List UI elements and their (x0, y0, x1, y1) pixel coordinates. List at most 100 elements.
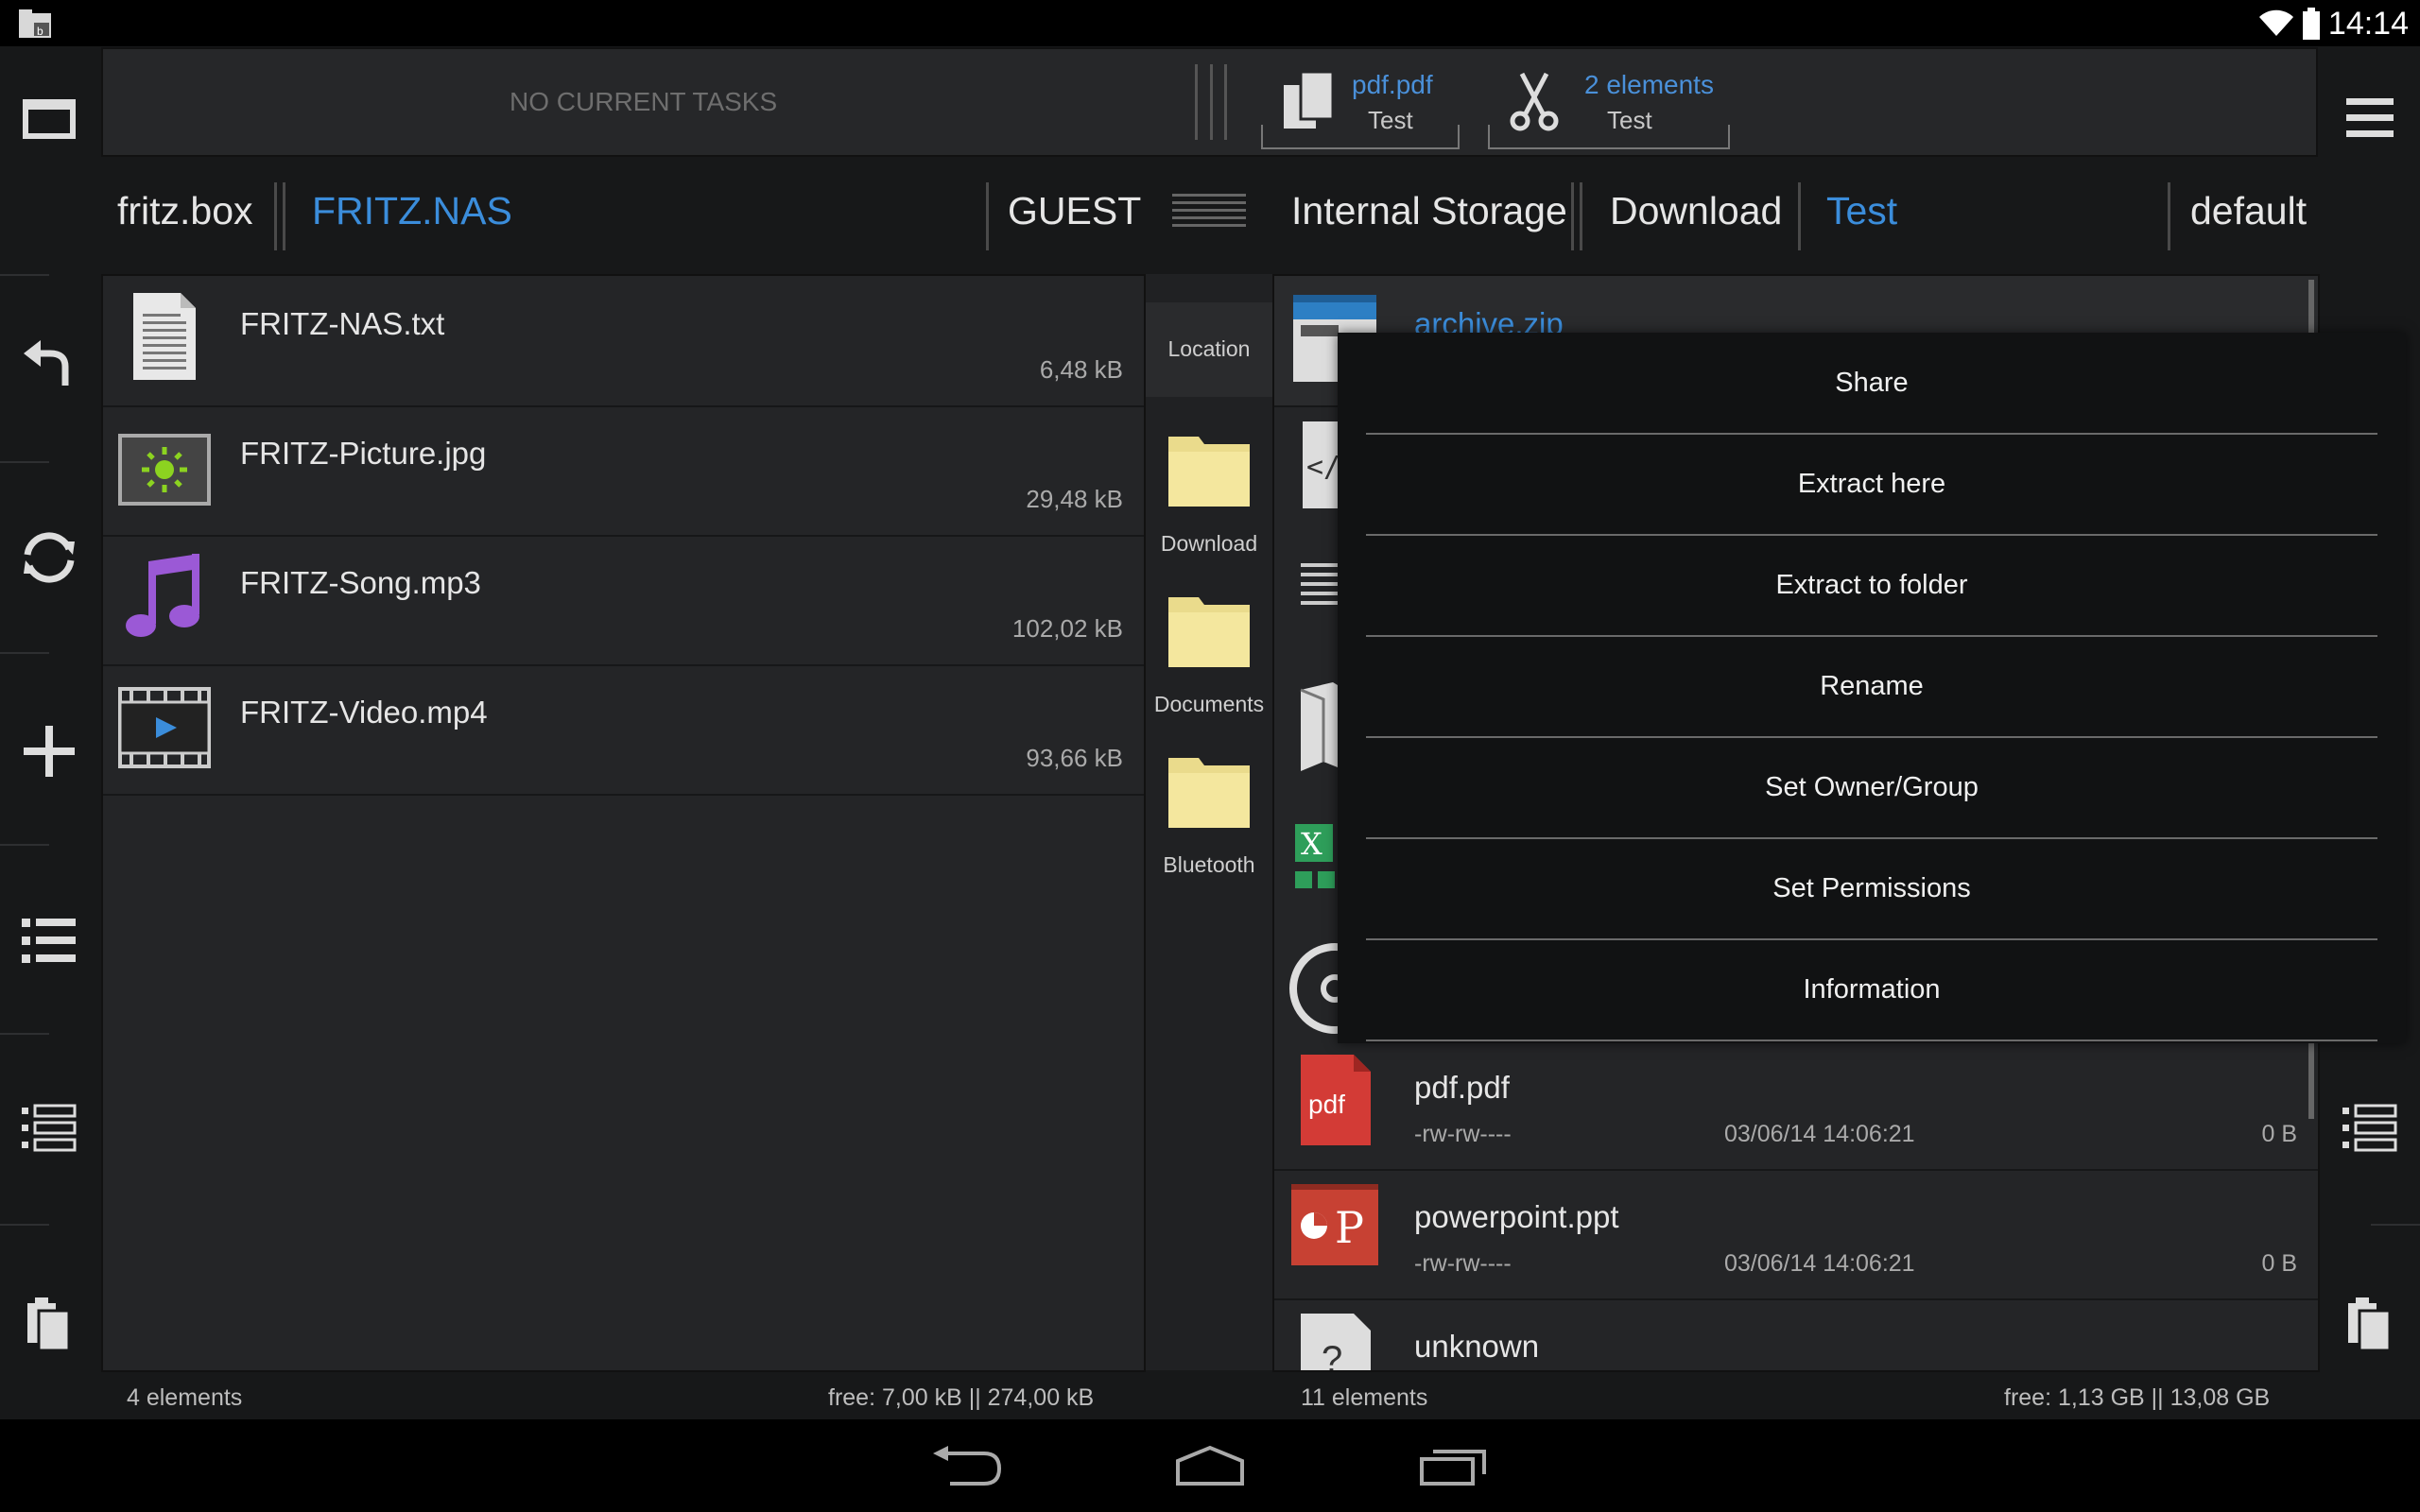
svg-text:P: P (1335, 1202, 1364, 1253)
breadcrumb-fritz-nas[interactable]: FRITZ.NAS (312, 189, 512, 233)
left-element-count: 4 elements (127, 1384, 243, 1411)
folder-icon (1168, 437, 1250, 507)
breadcrumb-test[interactable]: Test (1826, 189, 1897, 233)
list-item[interactable]: FRITZ-Picture.jpg 29,48 kB (103, 405, 1144, 537)
menu-icon[interactable] (2337, 85, 2403, 151)
file-size: 29,48 kB (1026, 485, 1123, 513)
location-header: Location (1146, 302, 1272, 397)
no-tasks-label: NO CURRENT TASKS (510, 87, 778, 116)
menu-item-set-owner-group[interactable]: Set Owner/Group (1366, 737, 2377, 839)
location-column: Location Download Documents Bluetooth (1146, 274, 1272, 1370)
recent-apps-icon[interactable] (1418, 1442, 1490, 1487)
file-name: powerpoint.ppt (1414, 1199, 1619, 1234)
image-file-icon (118, 434, 211, 506)
svg-text:b: b (37, 25, 43, 38)
clipboard-item-cut[interactable]: 2 elements Test (1488, 59, 1730, 149)
music-note-icon (126, 554, 199, 637)
list-item[interactable]: pdf pdf.pdf -rw-rw---- 03/06/14 14:06:21… (1274, 1040, 2318, 1171)
user-label[interactable]: GUEST (1008, 189, 1141, 233)
location-bluetooth[interactable]: Bluetooth (1146, 747, 1272, 898)
svg-text:X: X (1301, 826, 1322, 862)
file-name: FRITZ-NAS.txt (240, 306, 445, 341)
task-bar: NO CURRENT TASKS pdf.pdf Test 2 elements… (101, 47, 2318, 157)
file-size: 102,02 kB (1011, 614, 1123, 643)
file-size: 0 B (2261, 1250, 2297, 1277)
unknown-file-icon: ? (1301, 1314, 1371, 1372)
file-name: FRITZ-Picture.jpg (240, 436, 487, 471)
left-file-pane[interactable]: FRITZ-NAS.txt 6,48 kB FRITZ-Picture.jpg … (101, 274, 1146, 1372)
task-bar-divider[interactable] (1195, 64, 1227, 140)
right-element-count: 11 elements (1301, 1384, 1428, 1411)
svg-text:</: </ (1306, 451, 1340, 484)
clipboard-item-name: 2 elements (1584, 70, 1714, 99)
detail-list-icon-right[interactable] (2337, 1096, 2403, 1162)
file-name: unknown (1414, 1329, 1540, 1364)
location-label: Download (1160, 531, 1258, 556)
location-documents[interactable]: Documents (1146, 586, 1272, 737)
menu-item-information[interactable]: Information (1366, 939, 2377, 1041)
file-name: FRITZ-Song.mp3 (240, 565, 481, 600)
scrollbar[interactable] (2308, 280, 2314, 336)
app-notification-icon: b (19, 9, 51, 38)
window-icon[interactable] (16, 85, 82, 151)
folder-icon (1168, 758, 1250, 828)
svg-text:pdf: pdf (1308, 1090, 1345, 1119)
status-bar: b 14:14 (0, 0, 2420, 46)
location-download[interactable]: Download (1146, 425, 1272, 576)
list-view-icon[interactable] (16, 907, 82, 973)
profile-label[interactable]: default (2190, 189, 2307, 233)
file-permissions: -rw-rw---- (1414, 1250, 1512, 1277)
clipboard-item-pdf[interactable]: pdf.pdf Test (1261, 59, 1460, 149)
file-date: 03/06/14 14:06:21 (1724, 1121, 1915, 1147)
menu-item-set-permissions[interactable]: Set Permissions (1366, 838, 2377, 940)
file-name: pdf.pdf (1414, 1070, 1510, 1105)
file-permissions: -rw-rw---- (1414, 1121, 1512, 1147)
list-item[interactable]: FRITZ-Video.mp4 93,66 kB (103, 664, 1144, 796)
scrollbar-lower[interactable] (2308, 1043, 2314, 1119)
location-label: Bluetooth (1163, 852, 1255, 877)
undo-icon[interactable] (16, 331, 82, 397)
list-item[interactable]: ? unknown (1274, 1298, 2318, 1372)
pane-splitter-handle[interactable] (1172, 194, 1246, 232)
context-menu: Share Extract here Extract to folder Ren… (1338, 333, 2406, 1043)
navigation-bar (0, 1419, 2420, 1512)
list-item[interactable]: FRITZ-Song.mp3 102,02 kB (103, 535, 1144, 666)
file-size: 0 B (2261, 1121, 2297, 1147)
menu-item-extract-to-folder[interactable]: Extract to folder (1366, 535, 2377, 637)
menu-item-extract-here[interactable]: Extract here (1366, 434, 2377, 536)
folder-icon (1168, 597, 1250, 667)
breadcrumb-download[interactable]: Download (1610, 189, 1782, 233)
breadcrumb-internal-storage[interactable]: Internal Storage (1291, 189, 1567, 233)
svg-text:?: ? (1322, 1339, 1342, 1372)
add-icon[interactable] (16, 718, 82, 784)
copy-icon (1284, 70, 1335, 129)
scissors-icon (1510, 72, 1559, 131)
video-file-icon (118, 687, 211, 768)
right-free-space: free: 1,13 GB || 13,08 GB (2004, 1384, 2271, 1411)
clock: 14:14 (2327, 6, 2409, 42)
clipboard-item-name: pdf.pdf (1352, 70, 1433, 99)
breadcrumb-fritz-box[interactable]: fritz.box (117, 189, 253, 233)
menu-item-share[interactable]: Share (1366, 333, 2377, 435)
powerpoint-file-icon: P (1291, 1184, 1378, 1265)
file-size: 93,66 kB (1026, 744, 1123, 772)
pdf-file-icon: pdf (1301, 1055, 1371, 1145)
list-item[interactable]: P powerpoint.ppt -rw-rw---- 03/06/14 14:… (1274, 1169, 2318, 1300)
battery-icon (2303, 8, 2320, 40)
location-label: Documents (1153, 692, 1265, 716)
refresh-icon[interactable] (16, 524, 82, 591)
left-free-space: free: 7,00 kB || 274,00 kB (828, 1384, 1095, 1411)
home-icon[interactable] (1174, 1444, 1246, 1487)
back-icon[interactable] (931, 1444, 1003, 1487)
file-name: FRITZ-Video.mp4 (240, 695, 488, 730)
file-size: 6,48 kB (1039, 355, 1123, 384)
wifi-icon (2259, 9, 2293, 36)
menu-item-rename[interactable]: Rename (1366, 636, 2377, 738)
paste-icon[interactable] (16, 1290, 82, 1356)
paste-icon-right[interactable] (2337, 1290, 2403, 1356)
text-file-icon (133, 293, 196, 380)
list-item[interactable]: FRITZ-NAS.txt 6,48 kB (103, 276, 1144, 407)
file-date: 03/06/14 14:06:21 (1724, 1250, 1915, 1277)
detail-list-icon[interactable] (16, 1096, 82, 1162)
left-toolbar (0, 47, 98, 1418)
